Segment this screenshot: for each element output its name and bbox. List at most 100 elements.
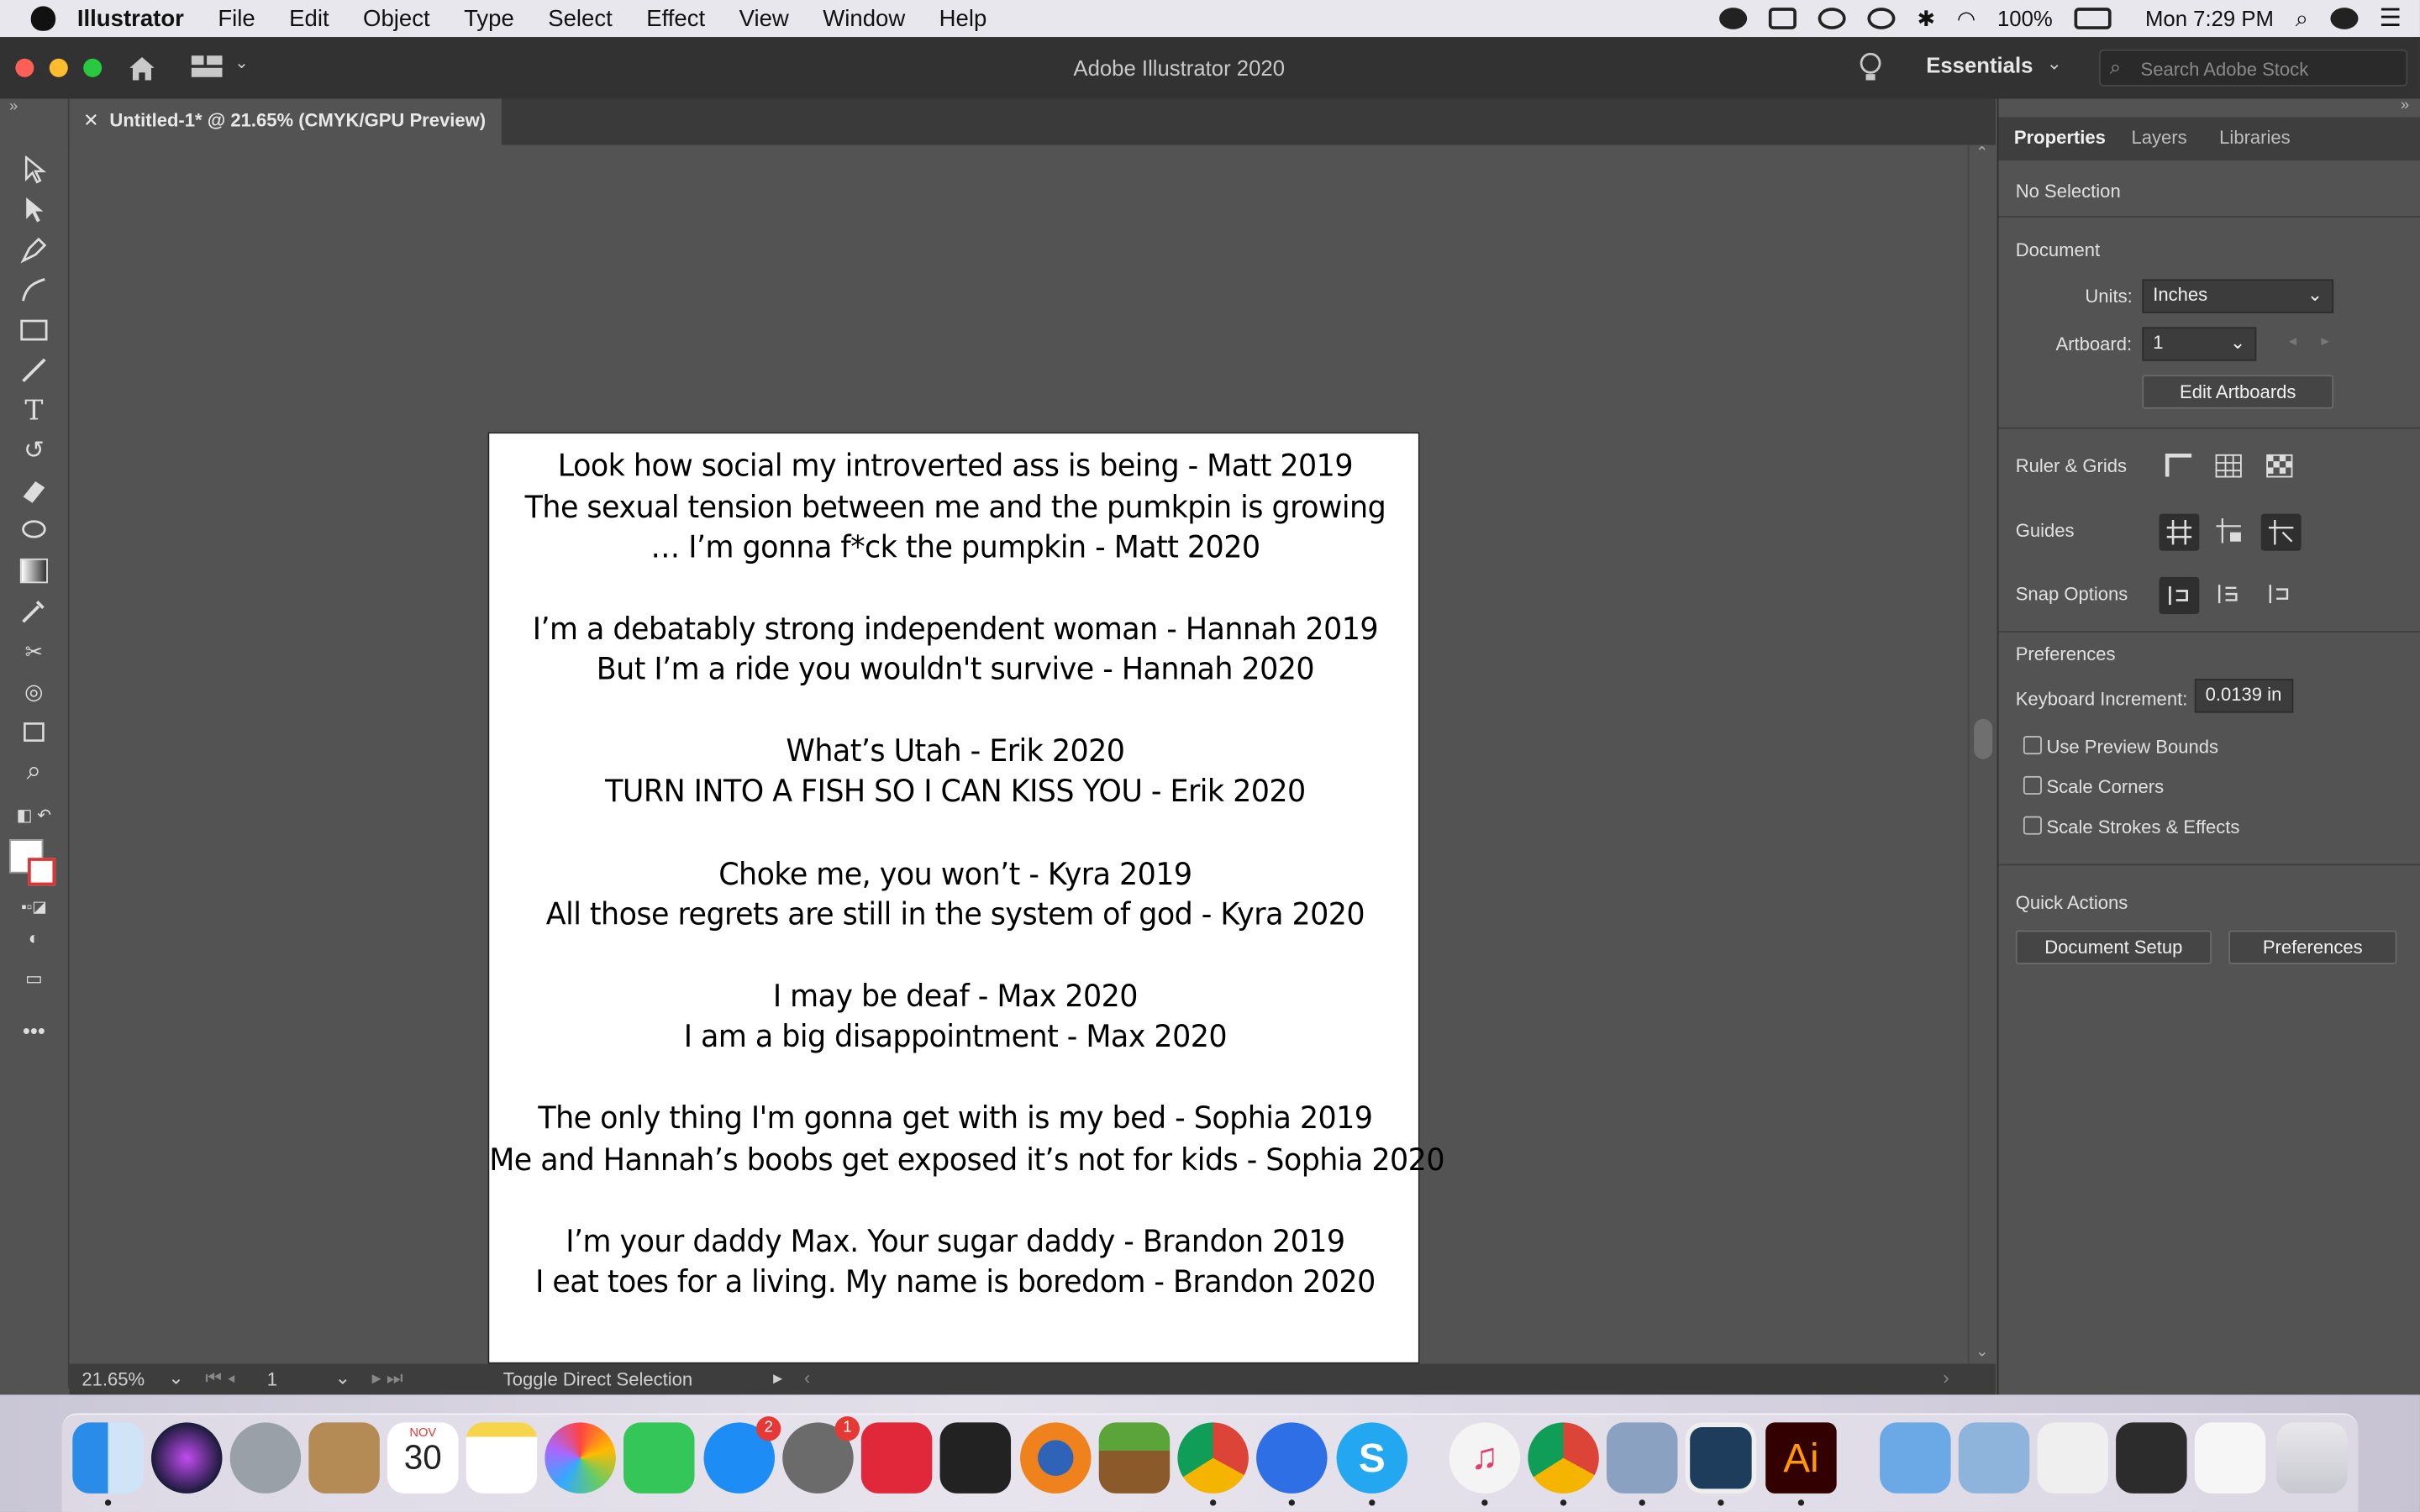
launchpad-icon[interactable] [229,1422,302,1494]
units-select[interactable]: Inches ⌄ [2142,279,2334,313]
facetime-icon[interactable] [623,1422,695,1494]
direct-selection-tool-icon[interactable] [15,194,52,225]
text-line[interactable]: The sexual tension between me and the pu… [489,490,1421,525]
photos-icon[interactable] [544,1422,616,1494]
minecraft-icon[interactable] [1098,1422,1171,1494]
wifi-icon[interactable]: ◠ [1957,5,1975,31]
zoom-chevron-icon[interactable]: ⌄ [168,1367,183,1389]
rulers-icon[interactable] [2162,450,2196,481]
color-mode-icons[interactable]: ▪▫◪ [15,892,52,923]
skype-icon[interactable]: S [1336,1422,1408,1494]
pencil-app-icon[interactable] [1256,1422,1328,1494]
preferences-button[interactable]: Preferences [2228,930,2397,964]
app-store-icon[interactable]: 2 [703,1416,781,1494]
edit-artboards-button[interactable]: Edit Artboards [2142,375,2334,409]
previous-artboard-icon[interactable]: ◂ [2289,333,2296,350]
scale-corners-checkbox[interactable] [2023,775,2042,795]
tab-libraries[interactable]: Libraries [2219,127,2291,149]
system-preferences-icon[interactable]: 1 [782,1416,860,1494]
snap-to-glyph-icon[interactable] [2263,579,2296,610]
blender-icon[interactable] [1020,1422,1092,1494]
spotlight-search-icon[interactable]: ⌕ [2296,5,2308,31]
finder-icon[interactable] [72,1422,144,1494]
document-setup-button[interactable]: Document Setup [2015,930,2212,964]
text-line[interactable]: I am a big disappointment - Max 2020 [489,1019,1421,1054]
siri-icon[interactable] [2329,8,2358,29]
notification-center-icon[interactable]: ☰ [2380,3,2402,34]
screenshot-stack-icon[interactable] [2116,1422,2187,1494]
siri-app-icon[interactable] [150,1422,223,1494]
first-artboard-icon[interactable]: ⏮ ◂ [205,1367,235,1390]
text-line[interactable]: … I’m gonna f*ck the pumpkin - Matt 2020 [489,530,1421,565]
calendar-icon[interactable]: NOV 30 [387,1422,459,1494]
creative-cloud-app-icon[interactable] [860,1422,933,1494]
scale-strokes-checkbox[interactable] [2023,816,2042,835]
menu-effect[interactable]: Effect [646,5,705,31]
text-line[interactable]: TURN INTO A FISH SO I CAN KISS YOU - Eri… [489,774,1421,809]
menu-type[interactable]: Type [464,5,514,31]
artboard-select[interactable]: 1 ⌄ [2142,327,2257,361]
last-artboard-icon[interactable]: ▸ ⏭ [372,1367,403,1390]
artboard-chevron-icon[interactable]: ⌄ [335,1367,350,1389]
window-app-icon[interactable] [1685,1422,1757,1494]
tab-properties[interactable]: Properties [2014,127,2106,149]
file-stack-icon[interactable] [2194,1422,2266,1494]
next-artboard-icon[interactable]: ▸ [2321,333,2328,350]
grid-icon[interactable] [2212,450,2245,481]
eyedropper-tool-icon[interactable] [15,596,52,627]
collapse-panel-icon[interactable]: » [2401,97,2409,114]
menu-view[interactable]: View [739,5,789,31]
scroll-down-icon[interactable]: ⌄ [1975,1344,1988,1361]
paintbrush-tool-icon[interactable] [15,354,52,386]
transparency-grid-icon[interactable] [2263,450,2296,481]
chrome-icon[interactable] [1177,1422,1249,1494]
artboard-tool-icon[interactable] [15,716,52,747]
adobe-stock-search-input[interactable]: ⌕ Search Adobe Stock [2098,49,2408,87]
tab-layers[interactable]: Layers [2131,127,2186,149]
blend-tool-icon[interactable]: ✂ [15,636,52,667]
menubar-clock[interactable]: Mon 7:29 PM [2145,6,2274,30]
checkmark-app-icon[interactable] [1719,8,1748,29]
eraser-tool-icon[interactable] [15,475,52,507]
selection-tool-icon[interactable] [15,155,52,186]
artboard-number[interactable]: 1 [267,1368,277,1390]
text-line[interactable]: I may be deaf - Max 2020 [489,979,1421,1014]
symbol-sprayer-tool-icon[interactable]: ◎ [15,675,52,706]
workspace-chevron-icon[interactable]: ⌄ [2046,52,2061,74]
status-menu-icon[interactable]: ▸ [773,1367,782,1389]
close-tab-icon[interactable]: ✕ [83,109,98,131]
contacts-icon[interactable] [308,1422,380,1494]
lightbulb-icon[interactable] [1858,52,1882,83]
swap-fill-stroke-icon[interactable]: ◧ ↶ [3,799,65,830]
notes-icon[interactable] [466,1422,538,1494]
text-line[interactable]: I’m a debatably strong independent woman… [489,612,1421,647]
screen-mode-icon[interactable]: ▭ [15,963,52,994]
creative-cloud-icon[interactable] [1818,8,1847,29]
artboard[interactable]: Look how social my introverted ass is be… [487,432,1445,1364]
collapse-panel-icon[interactable]: » [9,99,18,116]
preview-icon[interactable] [1607,1422,1678,1494]
menu-help[interactable]: Help [939,5,987,31]
workspace-switcher[interactable]: Essentials [1926,52,2033,76]
rectangle-tool-icon[interactable] [15,315,52,346]
scroll-up-icon[interactable]: ⌃ [1975,145,1988,162]
final-cut-icon[interactable] [939,1422,1012,1494]
zoom-level[interactable]: 21.65% [82,1368,145,1390]
lasso-tool-icon[interactable] [15,515,52,546]
smart-guides-icon[interactable] [2260,513,2302,551]
battery-icon[interactable] [2074,8,2112,29]
text-line[interactable]: I’m your daddy Max. Your sugar daddy - B… [489,1224,1421,1259]
cloud-icon[interactable] [1769,8,1797,29]
menu-object[interactable]: Object [363,5,430,31]
draw-mode-icon[interactable]: ◐ [15,922,52,953]
show-guides-icon[interactable] [2159,513,2200,551]
downloads-folder-icon[interactable] [1880,1422,1951,1494]
itunes-icon[interactable]: ♫ [1449,1422,1521,1494]
text-line[interactable]: Choke me, you won’t - Kyra 2019 [489,857,1421,892]
illustrator-icon[interactable]: Ai [1765,1422,1837,1494]
rotate-tool-icon[interactable]: ↺ [15,435,52,466]
vertical-scrollbar[interactable]: ⌃ ⌄ [1967,144,1997,1364]
text-line[interactable]: I eat toes for a living. My name is bore… [489,1264,1421,1299]
text-line[interactable]: Me and Hannah’s boobs get exposed it’s n… [489,1142,1444,1178]
menu-window[interactable]: Window [823,5,905,31]
